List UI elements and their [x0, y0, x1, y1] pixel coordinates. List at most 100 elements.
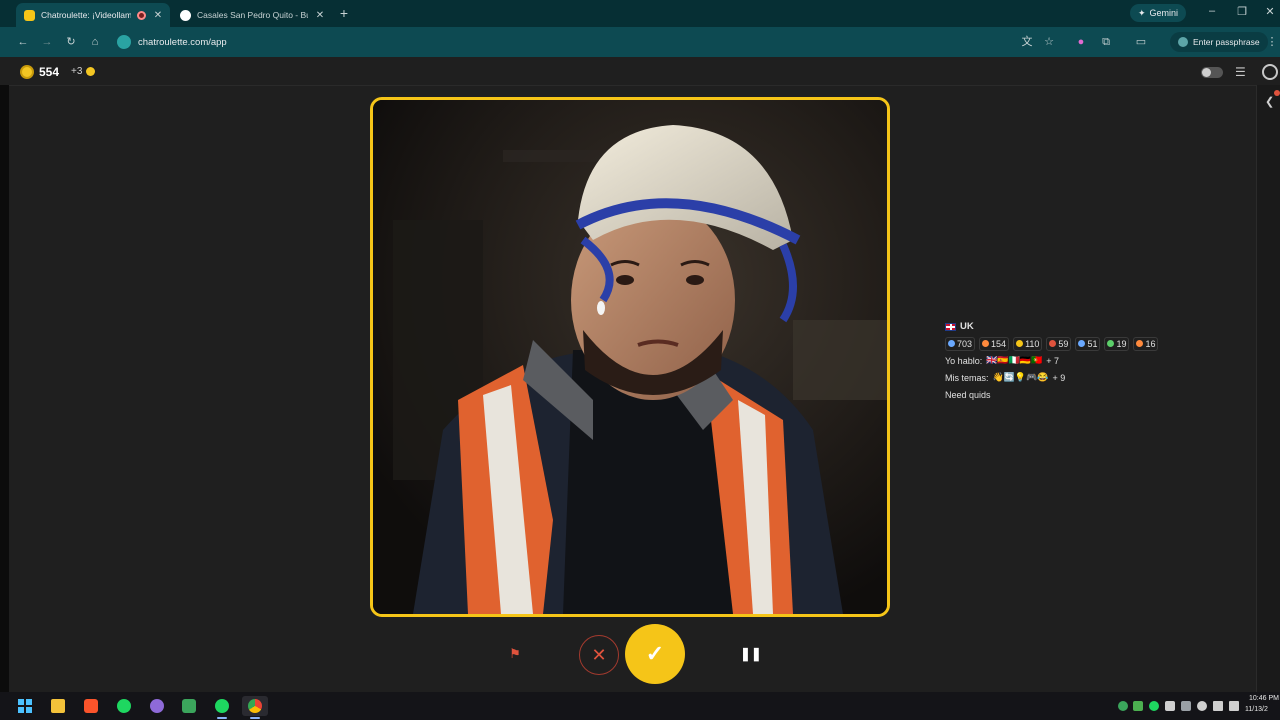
reload-icon[interactable]: ↻ [64, 35, 78, 49]
partner-stats-row: 703 154 110 59 51 19 16 [945, 335, 1159, 352]
coin-icon [20, 65, 34, 79]
thumb-icon [1016, 340, 1024, 347]
address-bar[interactable]: chatroulette.com/app [138, 37, 227, 48]
topic-emojis: 👋🔄💡🎮😂 [992, 372, 1049, 382]
tray-bluetooth-icon[interactable] [1181, 701, 1191, 711]
close-tab-icon[interactable]: ✕ [152, 10, 164, 21]
partner-video [370, 97, 890, 617]
language-flags: 🇬🇧🇪🇸🇮🇹🇩🇪🇵🇹 [986, 355, 1043, 365]
translate-icon[interactable]: 文 [1020, 35, 1034, 49]
tray-spotify-icon[interactable] [1149, 701, 1159, 711]
home-icon[interactable]: ⌂ [88, 35, 102, 49]
heart-icon [982, 340, 990, 347]
stat-badge: 51 [1075, 336, 1101, 351]
close-tab-icon[interactable]: ✕ [314, 10, 326, 21]
languages-more: + 7 [1046, 355, 1060, 366]
stat-value: 59 [1058, 338, 1069, 349]
forward-arrow-icon[interactable]: → [40, 35, 54, 49]
brave-browser-icon[interactable] [78, 696, 104, 716]
pause-icon[interactable]: ❚❚ [740, 645, 762, 663]
chatroulette-favicon-icon [24, 9, 35, 21]
gemini-label: Gemini [1149, 8, 1179, 18]
chrome-profile-icon[interactable] [144, 696, 170, 716]
filters-sliders-icon[interactable]: ☰ [1235, 65, 1246, 79]
video-feed-image [373, 100, 887, 614]
enter-passphrase-button[interactable]: Enter passphrase [1170, 32, 1268, 52]
chevron-left-icon[interactable]: ❮ [1265, 95, 1274, 108]
right-side-panel [1256, 85, 1280, 692]
extensions-puzzle-icon[interactable]: ⧉ [1099, 35, 1113, 49]
cast-icon[interactable]: ▭ [1134, 35, 1148, 49]
clock-time[interactable]: 10:46 PM [1249, 695, 1279, 702]
stat-badge: 16 [1133, 336, 1159, 351]
spotify-icon[interactable] [111, 696, 137, 716]
tab-title: Casales San Pedro Quito - Búsq [197, 10, 308, 20]
skip-button[interactable]: ✕ [579, 635, 619, 675]
windows-start-icon[interactable] [12, 696, 38, 716]
stat-value: 19 [1116, 338, 1127, 349]
mode-toggle[interactable] [1201, 67, 1223, 78]
uk-flag-icon [945, 322, 956, 331]
bookmark-star-icon[interactable]: ☆ [1042, 35, 1056, 49]
browser-tab-strip: Chatroulette: ¡Videollamada ✕ Casales Sa… [0, 0, 1280, 27]
file-explorer-icon[interactable] [45, 696, 71, 716]
profile-avatar-icon[interactable] [1262, 64, 1278, 80]
notification-dot [1274, 90, 1280, 96]
check-icon: ✓ [645, 641, 665, 666]
tab-google-search[interactable]: Casales San Pedro Quito - Búsq ✕ [172, 3, 332, 27]
stat-value: 154 [991, 338, 1007, 349]
partner-languages-row: Yo hablo: 🇬🇧🇪🇸🇮🇹🇩🇪🇵🇹 + 7 [945, 352, 1145, 369]
partner-country-row: UK [945, 318, 1145, 335]
coin-bonus: +3 [71, 66, 83, 77]
accept-button[interactable]: ✓ [625, 624, 685, 684]
maximize-button[interactable]: ❐ [1234, 5, 1250, 18]
gemini-button[interactable]: ✦ Gemini [1130, 4, 1187, 22]
stat-badge: 19 [1104, 336, 1130, 351]
leaf-icon [1107, 340, 1115, 347]
report-flag-icon[interactable]: ⚑ [506, 645, 524, 663]
close-window-button[interactable]: ✕ [1262, 5, 1278, 18]
chrome-icon[interactable] [242, 696, 268, 719]
google-favicon-icon [180, 9, 191, 21]
tray-volume-icon[interactable] [1229, 701, 1239, 711]
flag-icon [1049, 340, 1057, 347]
back-arrow-icon[interactable]: ← [16, 35, 30, 49]
spotify-2-icon[interactable] [209, 696, 235, 719]
stat-badge: 110 [1013, 336, 1043, 351]
left-panel-edge [0, 85, 9, 692]
partner-topics-row: Mis temas: 👋🔄💡🎮😂 + 9 [945, 369, 1145, 386]
partner-info-panel: UK 703 154 110 59 51 19 16 Yo hablo: 🇬🇧🇪… [945, 318, 1159, 403]
tab-chatroulette[interactable]: Chatroulette: ¡Videollamada ✕ [16, 3, 170, 27]
stat-value: 16 [1145, 338, 1156, 349]
close-icon: ✕ [591, 644, 607, 665]
chatroulette-app: 554 +3 ☰ ❮ UK 703 154 110 59 51 19 16 Yo… [0, 57, 1280, 692]
tray-app-icon[interactable] [1133, 701, 1143, 711]
tray-status-icon[interactable] [1118, 701, 1128, 711]
taskbar [0, 692, 1280, 720]
gear-icon [1136, 340, 1144, 347]
profile-key-icon [1178, 37, 1188, 47]
stat-badge: 154 [979, 336, 1010, 351]
new-tab-button[interactable]: + [336, 5, 352, 21]
clock-date[interactable]: 11/13/2 [1245, 706, 1268, 713]
passphrase-label: Enter passphrase [1193, 37, 1260, 47]
minimize-button[interactable]: – [1204, 5, 1220, 17]
coin-balance: 554 [39, 65, 60, 79]
extension-video-icon[interactable]: ● [1074, 35, 1088, 49]
recording-indicator-icon [137, 10, 146, 20]
shield-icon [948, 340, 955, 347]
small-coin-icon [86, 67, 95, 76]
tray-microphone-icon[interactable] [1197, 701, 1207, 711]
tray-network-icon[interactable] [1213, 701, 1223, 711]
stat-badge: 59 [1046, 336, 1072, 351]
stat-value: 51 [1087, 338, 1098, 349]
topics-more: + 9 [1052, 372, 1066, 383]
tray-usb-icon[interactable] [1165, 701, 1175, 711]
sparkle-icon: ✦ [1138, 7, 1146, 18]
discord-icon[interactable] [176, 696, 202, 716]
star-icon [1078, 340, 1086, 347]
site-info-icon[interactable] [117, 35, 131, 49]
header-divider [0, 85, 1280, 86]
languages-label: Yo hablo: [945, 355, 983, 366]
topics-label: Mis temas: [945, 372, 989, 383]
